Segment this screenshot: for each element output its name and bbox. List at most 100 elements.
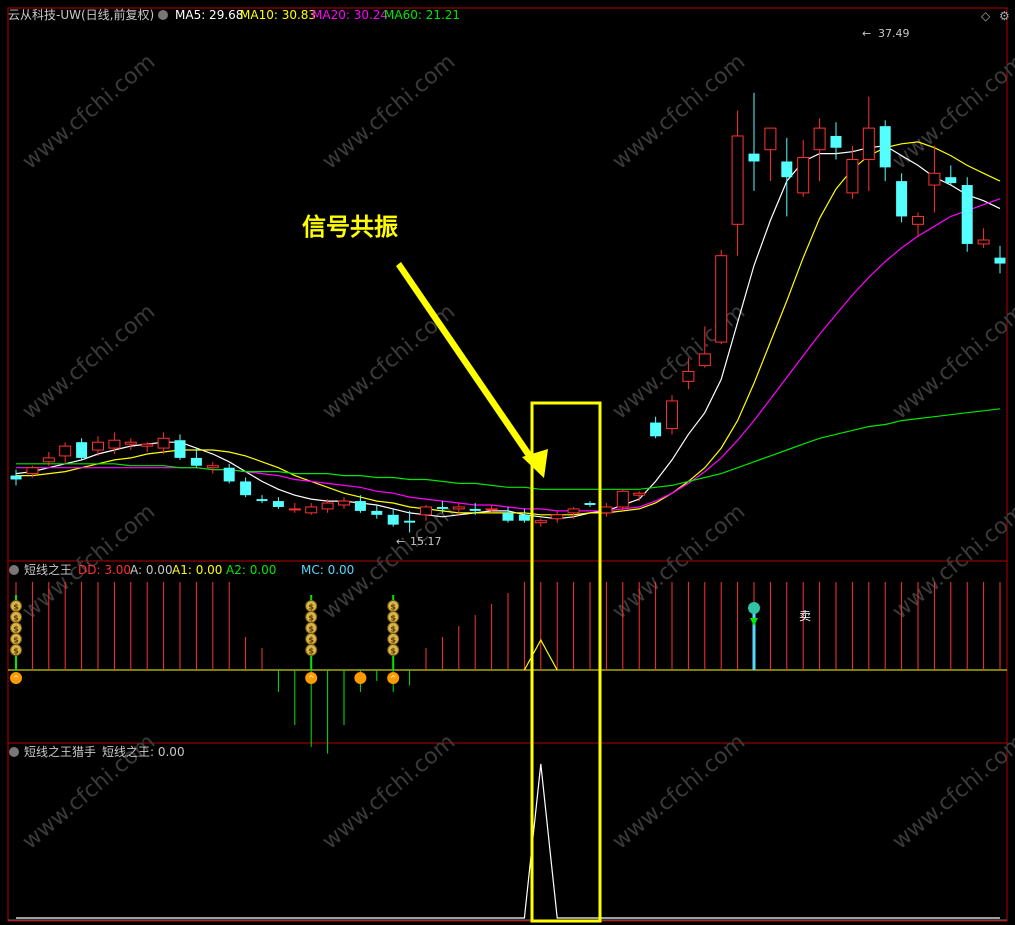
candle-body [42,457,55,463]
candle [518,508,530,523]
candle-body [174,440,186,458]
candle [616,489,629,511]
candle [502,506,514,523]
indicator2-line [16,763,1000,919]
dollar-icon: $ [390,603,396,612]
candle [256,495,268,504]
candle-body [452,506,465,510]
candle [797,139,810,197]
candle [961,177,973,252]
up-chevron-icon: ^ [390,674,397,683]
watermark-text: www.cfchi.com [318,729,460,854]
candle-body [797,157,810,194]
watermark-text: www.cfchi.com [318,49,460,174]
high-price-label: 37.49 [878,27,910,40]
candle-body [830,135,842,148]
dollar-icon: $ [13,636,19,645]
candle-body [896,181,908,217]
candle-body [502,512,514,521]
candle-body [650,422,662,437]
dollar-icon: $ [13,647,19,656]
indicator1-bars: $ $ $ $ $ ^ $ $ $ $ $ ^ $ $ $ $ $ ^ [8,582,1007,754]
chart-canvas[interactable]: www.cfchi.com www.cfchi.com www.cfchi.com w… [0,0,1015,925]
watermark-text: www.cfchi.com [18,49,160,174]
candle-body [912,215,924,225]
candle [206,461,219,474]
gear-icon[interactable]: ⚙ [999,9,1010,23]
candle-body [977,239,990,245]
menu-toggle-icon[interactable] [158,10,168,20]
candle-body [338,500,350,506]
candle-body [92,441,104,451]
watermark-text: www.cfchi.com [18,499,160,624]
watermark-text: www.cfchi.com [608,49,750,174]
candle-body [404,520,416,523]
candle [387,508,399,527]
sell-marker[interactable]: 卖 [748,602,811,670]
candle [650,416,662,439]
candle [551,510,564,523]
candle [731,110,744,256]
candle-body [485,508,498,511]
candle-body [141,443,154,447]
grid-frame [7,7,1008,922]
candle-body [305,506,318,514]
candle [666,395,678,435]
candle [124,438,137,451]
candle-body [994,257,1006,264]
diamond-icon[interactable]: ◇ [981,9,991,23]
dollar-icon: $ [13,603,19,612]
candle-body [124,441,137,445]
sell-icon [748,602,760,614]
dollar-icon: $ [390,636,396,645]
up-chevron-icon: ^ [308,674,315,683]
candle-body [551,514,564,520]
candle [371,505,383,519]
indicator2-title: 短线之王猎手 [24,745,96,759]
candle [272,497,284,509]
candle-body [945,177,957,184]
up-arrow-icon [354,672,367,684]
indicator1-toggle-icon[interactable] [9,565,19,575]
annotation-text: 信号共振 [302,213,398,241]
candle [141,442,154,452]
high-arrow-icon: ← [862,27,871,40]
candle-body [781,161,793,178]
dollar-icon: $ [308,636,314,645]
candle-body [223,467,235,482]
ma-line-ma5 [15,145,1001,520]
candle [912,212,924,237]
candle-body [748,153,760,162]
indicator2-toggle-icon[interactable] [9,747,19,757]
indicator2-header: 短线之王猎手 短线之王: 0.00 [9,745,185,759]
candle-body [666,400,678,429]
candle-body [10,475,22,480]
dollar-icon: $ [13,614,19,623]
candle [862,96,875,191]
down-arrow-icon [750,618,758,626]
watermark-text: www.cfchi.com [888,299,1015,424]
ma10-label: MA10: 30.83 [240,8,316,22]
candle [846,145,859,199]
candle-body [731,135,744,225]
candle [584,501,596,507]
candle-body [272,501,284,507]
candle [633,491,646,502]
dollar-icon: $ [390,614,396,623]
candle-body [76,442,88,458]
candle-body [288,508,301,511]
candle-body [387,514,399,525]
candle-body [469,508,481,511]
candle-body [26,467,39,475]
candle [781,137,793,217]
candle [813,118,826,182]
ma20-label: MA20: 30.24 [312,8,388,22]
stock-title: 云从科技-UW(日线,前复权) [8,7,154,22]
indicator1-title: 短线之王 [24,563,72,577]
annotation-arrow [396,262,548,478]
candle-body [682,371,695,382]
candle [305,503,318,515]
watermark-text: www.cfchi.com [18,299,160,424]
dollar-icon: $ [308,647,314,656]
candle [288,503,301,513]
